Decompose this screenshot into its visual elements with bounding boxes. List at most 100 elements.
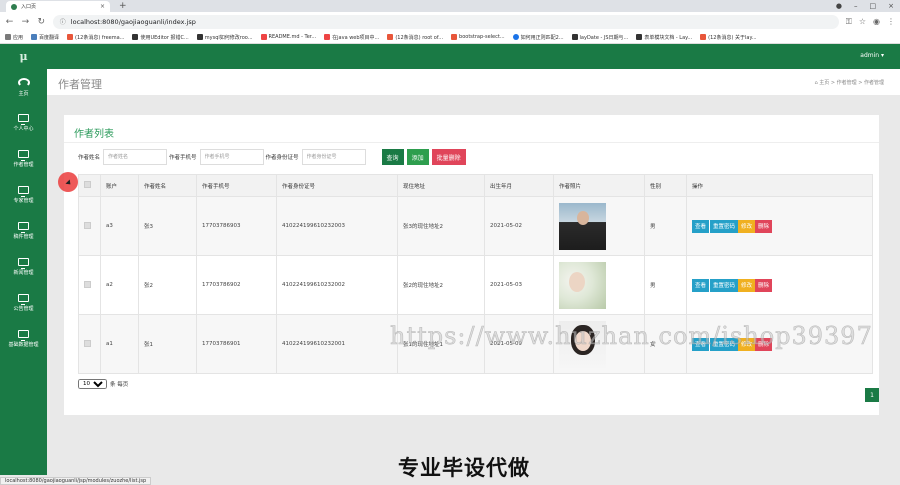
bookmark-item[interactable]: (12条消息) root of... (387, 34, 443, 41)
sidebar-item-manuscripts[interactable]: 稿件管理 (0, 213, 47, 249)
browser-tab-bar: 入口页 × + ● – □ × (0, 0, 900, 12)
bookmark-item[interactable]: 如何用正则匹配2... (512, 34, 564, 41)
bookmark-icon (512, 34, 519, 40)
page-number-button[interactable]: 1 (865, 388, 879, 402)
delete-button[interactable]: 删除 (755, 278, 773, 292)
bookmark-item[interactable]: 在java web项目中... (324, 34, 379, 41)
search-form: 作者姓名 作者手机号 作者身份证号 查询 添加 批量删除 (78, 149, 466, 165)
author-idcard-input[interactable] (301, 149, 366, 165)
bookmark-icon (31, 34, 38, 40)
info-icon[interactable]: ⓘ (60, 17, 66, 26)
batch-delete-button[interactable]: 批量删除 (431, 149, 466, 165)
bookmark-icon (196, 34, 203, 40)
account-icon[interactable]: ◉ (873, 17, 880, 26)
author-photo (559, 202, 606, 250)
close-tab-icon[interactable]: × (100, 3, 105, 10)
edit-button[interactable]: 修改 (738, 219, 756, 233)
bookmark-item[interactable]: 表单模块文档 - Lay... (636, 34, 692, 41)
account-cell: a2 (100, 255, 139, 315)
bookmark-item[interactable]: (12条消息) freema... (67, 34, 124, 41)
maximize-icon[interactable]: □ (870, 0, 877, 12)
bookmark-item[interactable]: (12条消息) 关于lay... (700, 34, 757, 41)
author-name-input[interactable] (103, 149, 168, 165)
idcard-cell: 410224199610232003 (276, 196, 398, 256)
idcard-cell: 410224199610232001 (276, 314, 398, 374)
sidebar: μ 主页 个人中心 作者管理 专家管理 稿件管理 新闻管理 公告管理 基础数据管… (0, 44, 47, 475)
address-cell: 张2的现住地址2 (397, 255, 485, 315)
close-window-icon[interactable]: × (888, 0, 894, 12)
star-icon[interactable]: ☆ (859, 17, 866, 26)
view-button[interactable]: 查看 (692, 219, 710, 233)
watermark: https://www.huzhan.com/ishop39397 (390, 322, 873, 351)
column-header: 现住地址 (397, 174, 485, 197)
bookmark-item[interactable]: 使用UEditor 报错C... (132, 34, 189, 41)
row-checkbox[interactable] (84, 280, 91, 288)
row-checkbox[interactable] (84, 221, 91, 229)
menu-icon[interactable]: ⋮ (887, 17, 895, 26)
top-bar: admin ▾ (47, 44, 900, 69)
bookmark-item[interactable]: README.md - Ter... (260, 34, 316, 40)
sidebar-item-notices[interactable]: 公告管理 (0, 285, 47, 321)
select-all-cell[interactable] (78, 174, 101, 197)
minimize-icon[interactable]: – (854, 0, 858, 12)
bookmarks-bar: 应用 百度翻译 (12条消息) freema... 使用UEditor 报错C.… (0, 31, 900, 44)
page-size-select[interactable]: 10 (78, 379, 107, 389)
column-header: 性别 (644, 174, 687, 197)
row-checkbox[interactable] (84, 339, 91, 347)
sidebar-item-news[interactable]: 新闻管理 (0, 249, 47, 285)
column-header: 操作 (686, 174, 873, 197)
column-header: 作者身份证号 (276, 174, 398, 197)
bookmark-item[interactable]: layDate - JS日期与... (571, 34, 628, 41)
select-all-checkbox[interactable] (84, 181, 91, 188)
table-row: a3 张3 17703786903 410224199610232003 张3的… (78, 196, 873, 256)
browser-tab[interactable]: 入口页 × (6, 1, 110, 12)
bookmark-item[interactable]: mysql如何修改roo... (196, 34, 253, 41)
bookmark-icon (324, 34, 331, 40)
video-caption: 专业毕设代做 (398, 456, 530, 480)
page-title: 作者管理 (58, 78, 102, 91)
user-menu[interactable]: admin ▾ (860, 52, 884, 59)
monitor-icon (18, 222, 29, 233)
bookmark-icon (636, 34, 643, 40)
sidebar-item-authors[interactable]: 作者管理 (0, 141, 47, 177)
sidebar-item-experts[interactable]: 专家管理 (0, 177, 47, 213)
profile-icon[interactable]: ● (836, 0, 842, 12)
key-icon[interactable]: ⚿ (846, 17, 852, 27)
reset-password-button[interactable]: 重置密码 (709, 278, 739, 292)
column-header: 账户 (100, 174, 139, 197)
bookmark-icon (451, 34, 458, 40)
photo-cell (553, 255, 645, 315)
bookmark-icon (571, 34, 578, 40)
add-button[interactable]: 添加 (406, 149, 429, 165)
bookmark-apps[interactable]: 应用 (5, 34, 23, 41)
breadcrumb[interactable]: ⌂ 主页 > 作者管理 > 作者管理 (814, 79, 884, 86)
reset-password-button[interactable]: 重置密码 (709, 219, 739, 233)
sidebar-item-profile[interactable]: 个人中心 (0, 105, 47, 141)
author-phone-input[interactable] (199, 149, 264, 165)
forward-icon[interactable]: → (21, 17, 30, 27)
sidebar-item-basic-data[interactable]: 基础数据管理 (0, 321, 47, 357)
table-row: a2 张2 17703786902 410224199610232002 张2的… (78, 255, 873, 315)
page-header: 作者管理 ⌂ 主页 > 作者管理 > 作者管理 (47, 69, 900, 95)
divider (64, 142, 879, 143)
bookmark-item[interactable]: 百度翻译 (31, 34, 59, 41)
page-size-control: 10 条 每页 (78, 379, 128, 389)
reload-icon[interactable]: ↻ (37, 17, 46, 27)
new-tab-icon[interactable]: + (119, 0, 127, 12)
column-header: 出生年月 (484, 174, 554, 197)
bookmark-icon (387, 34, 394, 40)
sidebar-item-home[interactable]: 主页 (0, 69, 47, 105)
account-cell: a1 (100, 314, 139, 374)
bookmark-item[interactable]: bootstrap-select... (451, 34, 505, 40)
status-url: localhost:8080/gaojiaoguanli/jsp/modules… (0, 477, 152, 485)
url-field[interactable]: ⓘ localhost:8080/gaojiaoguanli/index.jsp (52, 14, 839, 29)
view-button[interactable]: 查看 (692, 278, 710, 292)
table-header-row: 账户 作者姓名 作者手机号 作者身份证号 现住地址 出生年月 作者照片 性别 操… (78, 174, 873, 197)
query-button[interactable]: 查询 (381, 149, 404, 165)
panel-title: 作者列表 (74, 129, 114, 140)
edit-button[interactable]: 修改 (738, 278, 756, 292)
delete-button[interactable]: 删除 (755, 219, 773, 233)
back-icon[interactable]: ← (5, 17, 14, 27)
gender-cell: 男 (644, 255, 687, 315)
address-bar: ← → ↻ ⓘ localhost:8080/gaojiaoguanli/ind… (0, 12, 900, 31)
